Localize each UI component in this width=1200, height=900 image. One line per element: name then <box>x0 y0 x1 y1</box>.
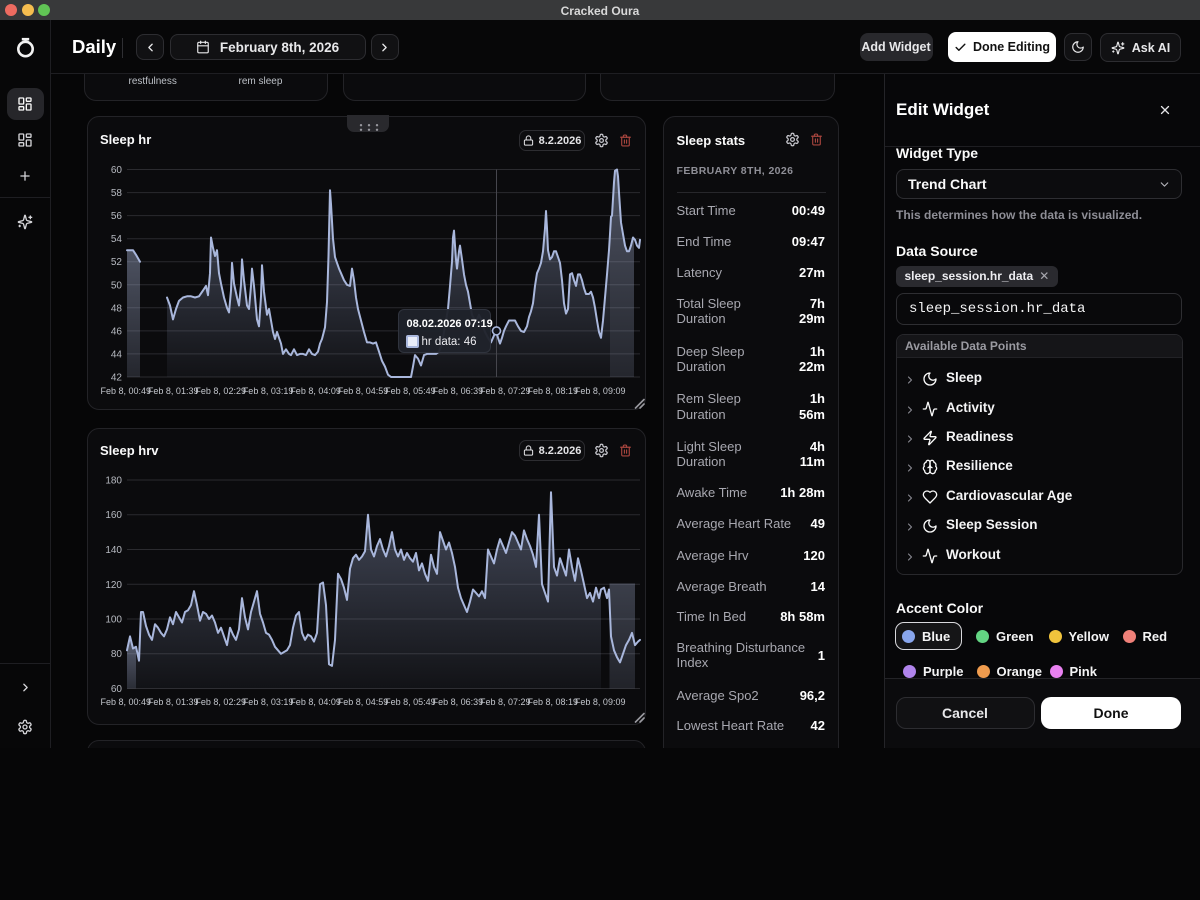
svg-text:44: 44 <box>111 349 123 360</box>
svg-text:Feb 8, 05:49: Feb 8, 05:49 <box>385 697 436 707</box>
svg-text:Feb 8, 04:59: Feb 8, 04:59 <box>338 386 389 396</box>
svg-text:58: 58 <box>111 188 123 199</box>
svg-text:50: 50 <box>111 280 123 291</box>
svg-text:56: 56 <box>111 211 123 222</box>
svg-text:140: 140 <box>105 545 122 556</box>
svg-text:60: 60 <box>111 165 123 176</box>
svg-text:Feb 8, 02:29: Feb 8, 02:29 <box>195 386 246 396</box>
svg-text:48: 48 <box>111 303 123 314</box>
svg-text:54: 54 <box>111 234 123 245</box>
svg-text:Feb 8, 01:39: Feb 8, 01:39 <box>148 386 199 396</box>
svg-text:Feb 8, 02:29: Feb 8, 02:29 <box>195 697 246 707</box>
svg-text:60: 60 <box>111 684 123 695</box>
svg-text:Feb 8, 00:49: Feb 8, 00:49 <box>101 386 152 396</box>
svg-text:Feb 8, 09:09: Feb 8, 09:09 <box>575 386 626 396</box>
svg-text:Feb 8, 08:19: Feb 8, 08:19 <box>528 386 579 396</box>
svg-text:Feb 8, 09:09: Feb 8, 09:09 <box>575 697 626 707</box>
svg-text:Feb 8, 03:19: Feb 8, 03:19 <box>243 697 294 707</box>
svg-text:Feb 8, 06:39: Feb 8, 06:39 <box>433 697 484 707</box>
svg-text:Feb 8, 05:49: Feb 8, 05:49 <box>385 386 436 396</box>
svg-text:Feb 8, 04:09: Feb 8, 04:09 <box>290 697 341 707</box>
svg-text:100: 100 <box>105 615 122 626</box>
svg-text:Feb 8, 08:19: Feb 8, 08:19 <box>528 697 579 707</box>
svg-text:160: 160 <box>105 510 122 521</box>
svg-text:Feb 8, 00:49: Feb 8, 00:49 <box>101 697 152 707</box>
svg-text:120: 120 <box>105 580 122 591</box>
svg-text:Feb 8, 07:29: Feb 8, 07:29 <box>480 386 531 396</box>
svg-text:80: 80 <box>111 649 123 660</box>
svg-text:Feb 8, 04:59: Feb 8, 04:59 <box>338 697 389 707</box>
svg-text:Feb 8, 03:19: Feb 8, 03:19 <box>243 386 294 396</box>
svg-text:Feb 8, 04:09: Feb 8, 04:09 <box>290 386 341 396</box>
svg-text:Feb 8, 01:39: Feb 8, 01:39 <box>148 697 199 707</box>
svg-text:180: 180 <box>105 476 122 487</box>
svg-text:Feb 8, 07:29: Feb 8, 07:29 <box>480 697 531 707</box>
svg-text:42: 42 <box>111 373 123 384</box>
svg-text:Feb 8, 06:39: Feb 8, 06:39 <box>433 386 484 396</box>
svg-text:52: 52 <box>111 257 123 268</box>
svg-text:46: 46 <box>111 326 123 337</box>
